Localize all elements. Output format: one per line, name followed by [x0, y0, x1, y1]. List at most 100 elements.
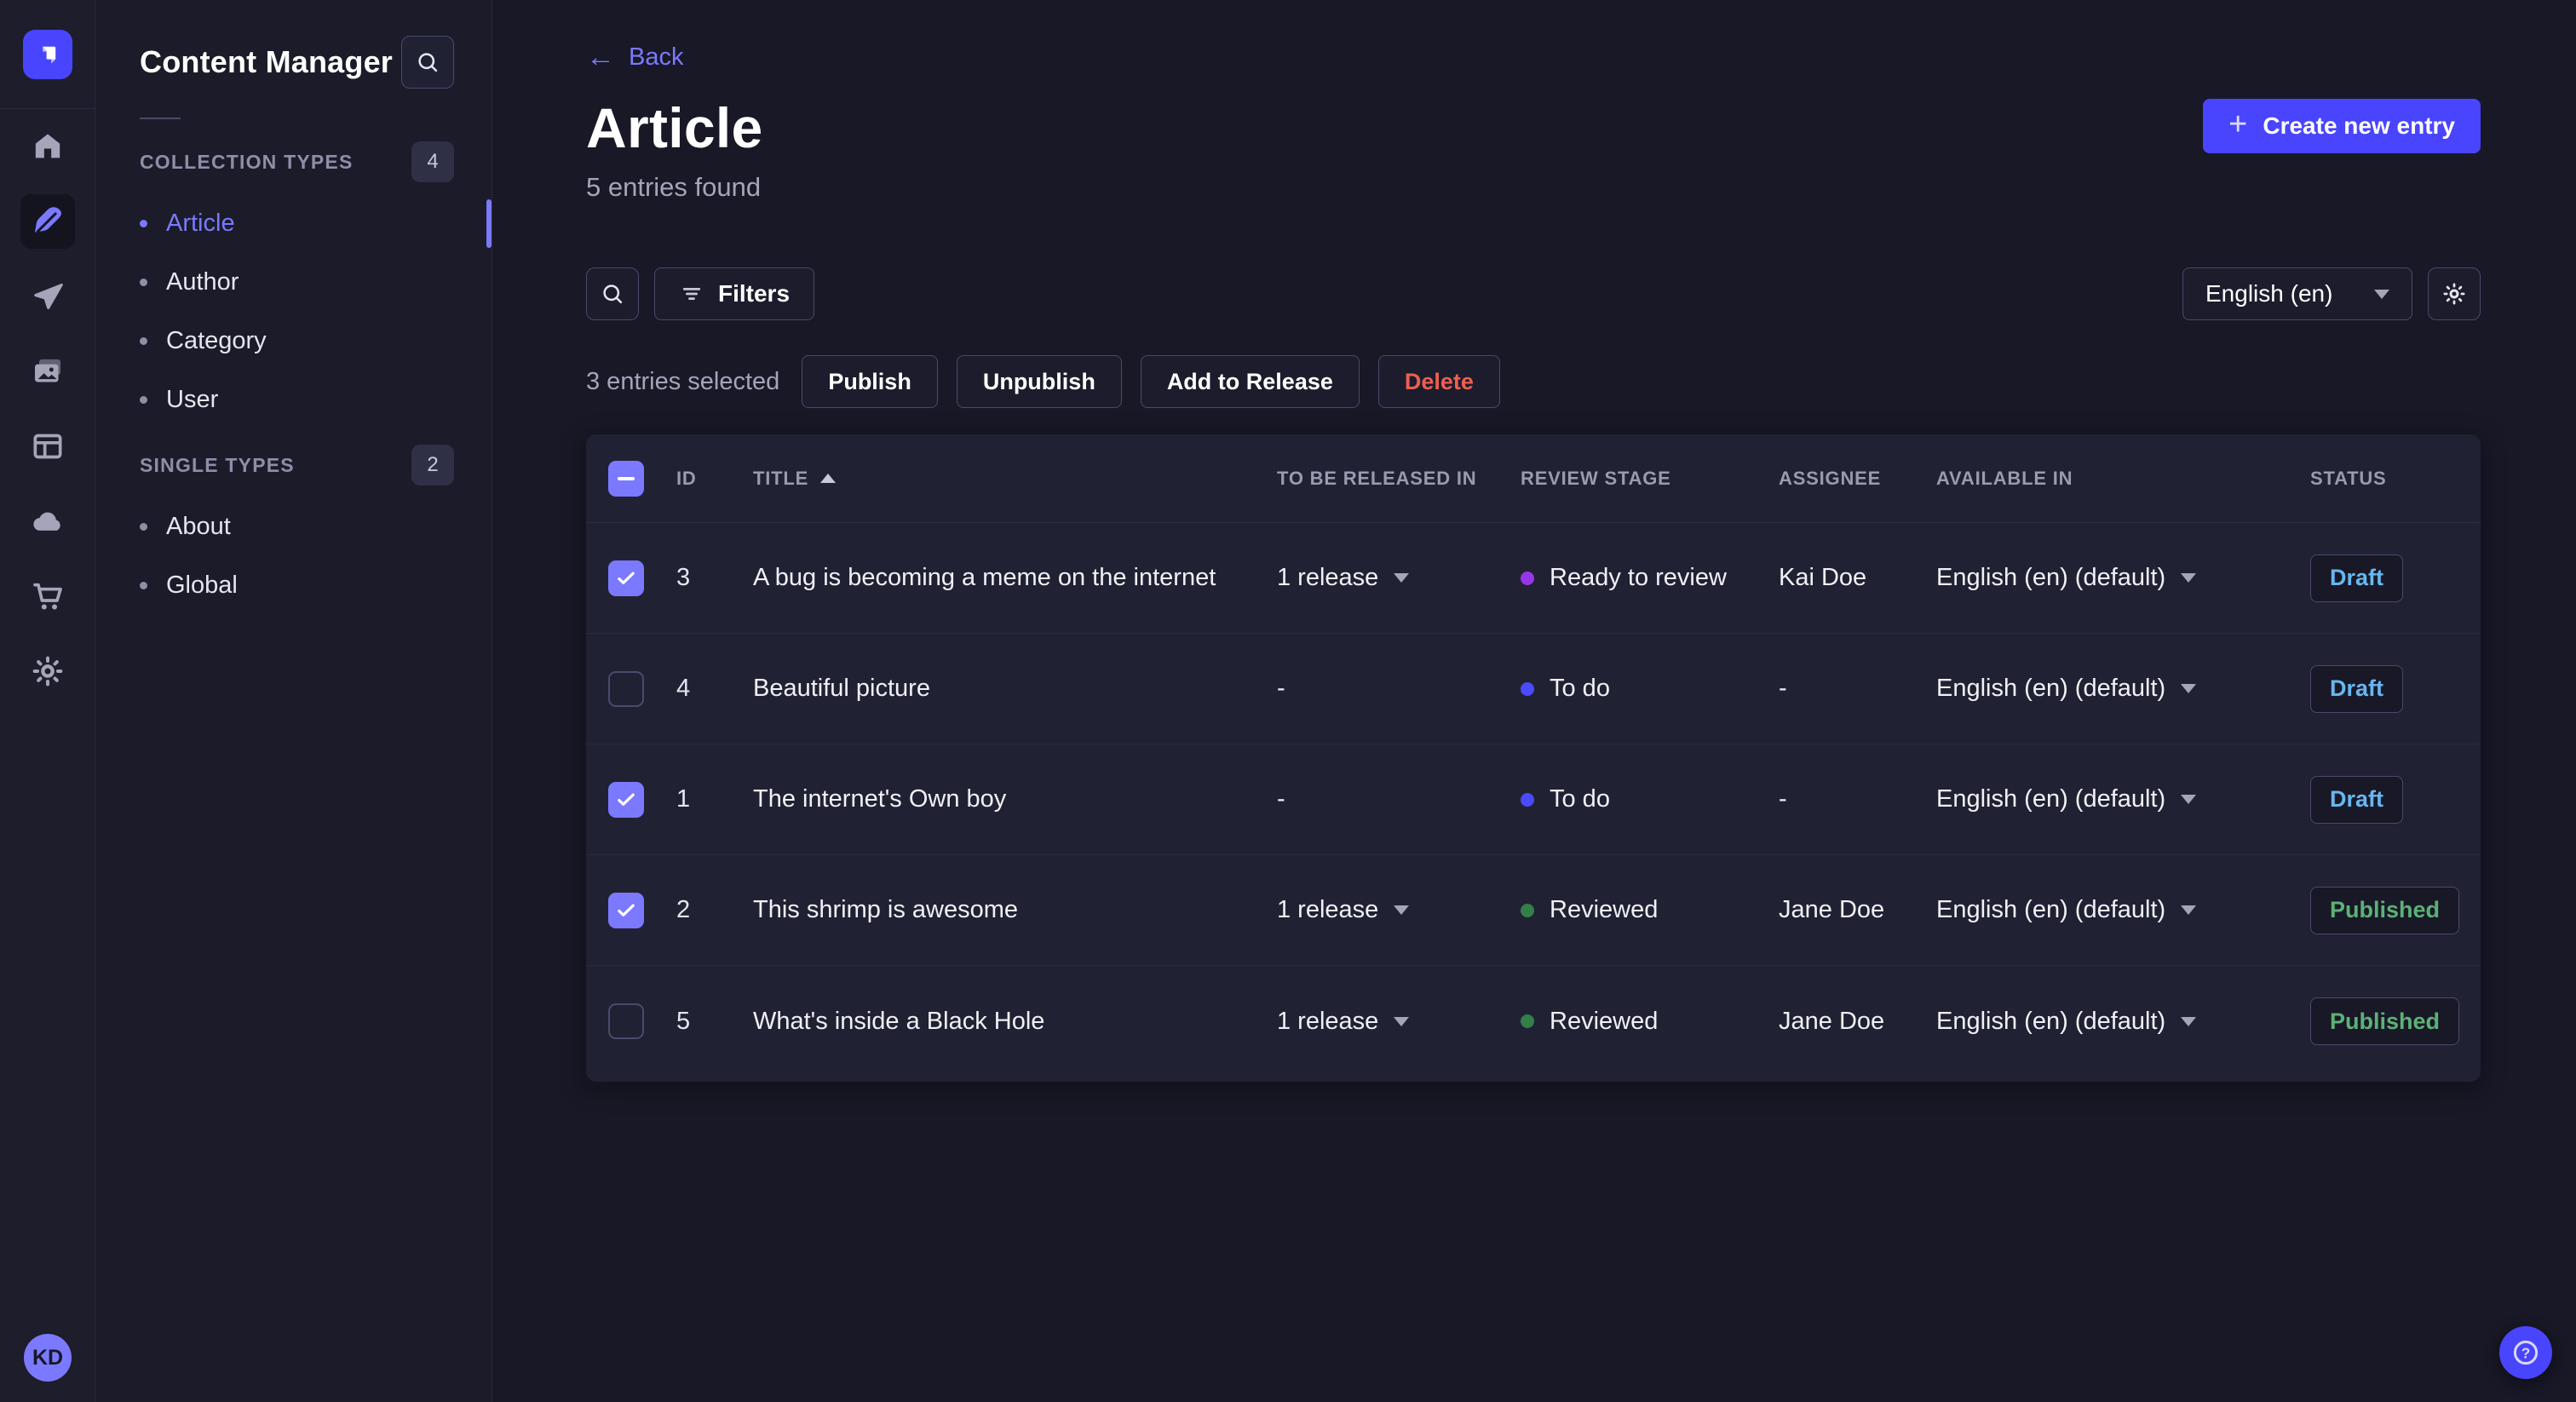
locale-select[interactable]: English (en) — [2182, 267, 2412, 320]
content-manager-icon[interactable] — [20, 194, 75, 249]
row-title: Beautiful picture — [753, 675, 930, 702]
bullet-icon — [140, 582, 147, 589]
plus-icon: + — [2228, 106, 2248, 142]
svg-text:?: ? — [2521, 1344, 2531, 1361]
unpublish-button[interactable]: Unpublish — [956, 355, 1122, 408]
sidebar-item-label: Article — [166, 210, 235, 237]
content-type-builder-icon[interactable] — [20, 419, 75, 474]
filters-button[interactable]: Filters — [654, 267, 815, 320]
review-stage-dot — [1521, 903, 1534, 917]
chevron-down-icon — [2181, 795, 2197, 804]
row-checkbox[interactable] — [608, 892, 644, 928]
settings-gear-icon[interactable] — [20, 644, 75, 698]
media-library-icon[interactable] — [20, 344, 75, 399]
review-stage-dot — [1521, 792, 1534, 807]
row-review-stage: To do — [1521, 785, 1779, 813]
logo-block — [0, 0, 95, 109]
sidebar-item-global[interactable]: Global — [95, 556, 492, 615]
filters-label: Filters — [718, 280, 791, 307]
row-id: 3 — [676, 564, 691, 591]
sidebar-item-category[interactable]: Category — [95, 312, 492, 371]
chevron-down-icon — [2374, 289, 2389, 299]
row-locale-select[interactable]: English (en) (default) — [1936, 785, 2310, 813]
column-header-status: STATUS — [2310, 467, 2387, 489]
row-review-stage: Reviewed — [1521, 896, 1779, 924]
subnav-search-button[interactable] — [401, 36, 454, 89]
row-locale-select[interactable]: English (en) (default) — [1936, 1008, 2310, 1036]
check-icon — [618, 904, 635, 916]
sidebar-item-label: Author — [166, 268, 239, 296]
row-assignee: - — [1779, 675, 1787, 702]
publish-button[interactable]: Publish — [802, 355, 938, 408]
row-locale-select[interactable]: English (en) (default) — [1936, 675, 2310, 703]
column-header-title[interactable]: TITLE — [753, 468, 1277, 490]
row-title: This shrimp is awesome — [753, 896, 1019, 923]
bullet-icon — [140, 337, 147, 345]
bullet-icon — [140, 220, 147, 227]
column-header-review-stage: REVIEW STAGE — [1521, 467, 1671, 489]
row-title: The internet's Own boy — [753, 785, 1007, 813]
home-icon[interactable] — [20, 119, 75, 174]
filter-icon — [682, 288, 701, 300]
row-checkbox[interactable] — [608, 670, 644, 707]
delete-button[interactable]: Delete — [1377, 355, 1500, 408]
subnav-title: Content Manager — [140, 44, 394, 79]
row-release-select[interactable]: 1 release — [1277, 896, 1521, 924]
row-checkbox[interactable] — [608, 1003, 644, 1039]
row-locale-select[interactable]: English (en) (default) — [1936, 564, 2310, 592]
review-stage-dot — [1521, 1014, 1534, 1028]
help-button[interactable]: ? — [2499, 1326, 2552, 1379]
table-row[interactable]: 5 What's inside a Black Hole 1 release R… — [586, 966, 2481, 1077]
check-icon — [618, 793, 635, 806]
strapi-logo-icon[interactable] — [22, 29, 72, 79]
column-header-release: TO BE RELEASED IN — [1277, 467, 1477, 489]
selection-bar: 3 entries selected Publish Unpublish Add… — [586, 355, 2481, 408]
row-title: A bug is becoming a meme on the internet — [753, 564, 1216, 591]
select-all-checkbox[interactable] — [608, 460, 644, 497]
entries-count: 5 entries found — [586, 172, 762, 202]
row-id: 1 — [676, 785, 691, 813]
releases-icon[interactable] — [20, 269, 75, 324]
status-badge: Draft — [2310, 664, 2404, 713]
sidebar-item-label: Category — [166, 327, 267, 354]
marketplace-cart-icon[interactable] — [20, 569, 75, 623]
sidebar-item-label: User — [166, 386, 219, 413]
row-release-select[interactable]: - — [1277, 785, 1521, 813]
chevron-down-icon — [1394, 1016, 1410, 1026]
column-header-available-in: AVAILABLE IN — [1936, 467, 2073, 489]
create-button-label: Create new entry — [2263, 112, 2455, 139]
table-row[interactable]: 2 This shrimp is awesome 1 release Revie… — [586, 855, 2481, 966]
create-new-entry-button[interactable]: + Create new entry — [2203, 99, 2481, 153]
user-avatar[interactable]: KD — [24, 1334, 72, 1382]
entries-table: ID TITLE TO BE RELEASED IN REVIEW STAGE … — [586, 434, 2481, 1082]
row-release-select[interactable]: - — [1277, 675, 1521, 703]
row-id: 4 — [676, 675, 691, 702]
deploy-cloud-icon[interactable] — [20, 494, 75, 549]
table-row[interactable]: 1 The internet's Own boy - To do - Engli… — [586, 744, 2481, 855]
status-badge: Draft — [2310, 775, 2404, 824]
chevron-down-icon — [1394, 905, 1410, 915]
row-release-select[interactable]: 1 release — [1277, 564, 1521, 592]
column-header-id: ID — [676, 467, 697, 489]
row-assignee: Jane Doe — [1779, 896, 1885, 923]
sidebar-item-about[interactable]: About — [95, 497, 492, 556]
sidebar-item-label: Global — [166, 572, 238, 599]
row-release-select[interactable]: 1 release — [1277, 1008, 1521, 1036]
view-settings-button[interactable] — [2428, 267, 2481, 320]
add-to-release-button[interactable]: Add to Release — [1140, 355, 1360, 408]
row-checkbox[interactable] — [608, 781, 644, 818]
sidebar-item-article[interactable]: Article — [95, 194, 492, 253]
sidebar-item-author[interactable]: Author — [95, 253, 492, 312]
table-row[interactable]: 3 A bug is becoming a meme on the intern… — [586, 523, 2481, 634]
search-icon — [418, 53, 438, 72]
bullet-icon — [140, 523, 147, 531]
back-link[interactable]: ← Back — [586, 43, 683, 72]
table-search-button[interactable] — [586, 267, 639, 320]
back-arrow-icon: ← — [586, 41, 615, 73]
sidebar-item-user[interactable]: User — [95, 371, 492, 429]
row-checkbox[interactable] — [608, 560, 644, 596]
status-badge: Draft — [2310, 554, 2404, 602]
row-locale-select[interactable]: English (en) (default) — [1936, 896, 2310, 924]
row-assignee: Jane Doe — [1779, 1007, 1885, 1035]
table-row[interactable]: 4 Beautiful picture - To do - English (e… — [586, 634, 2481, 744]
